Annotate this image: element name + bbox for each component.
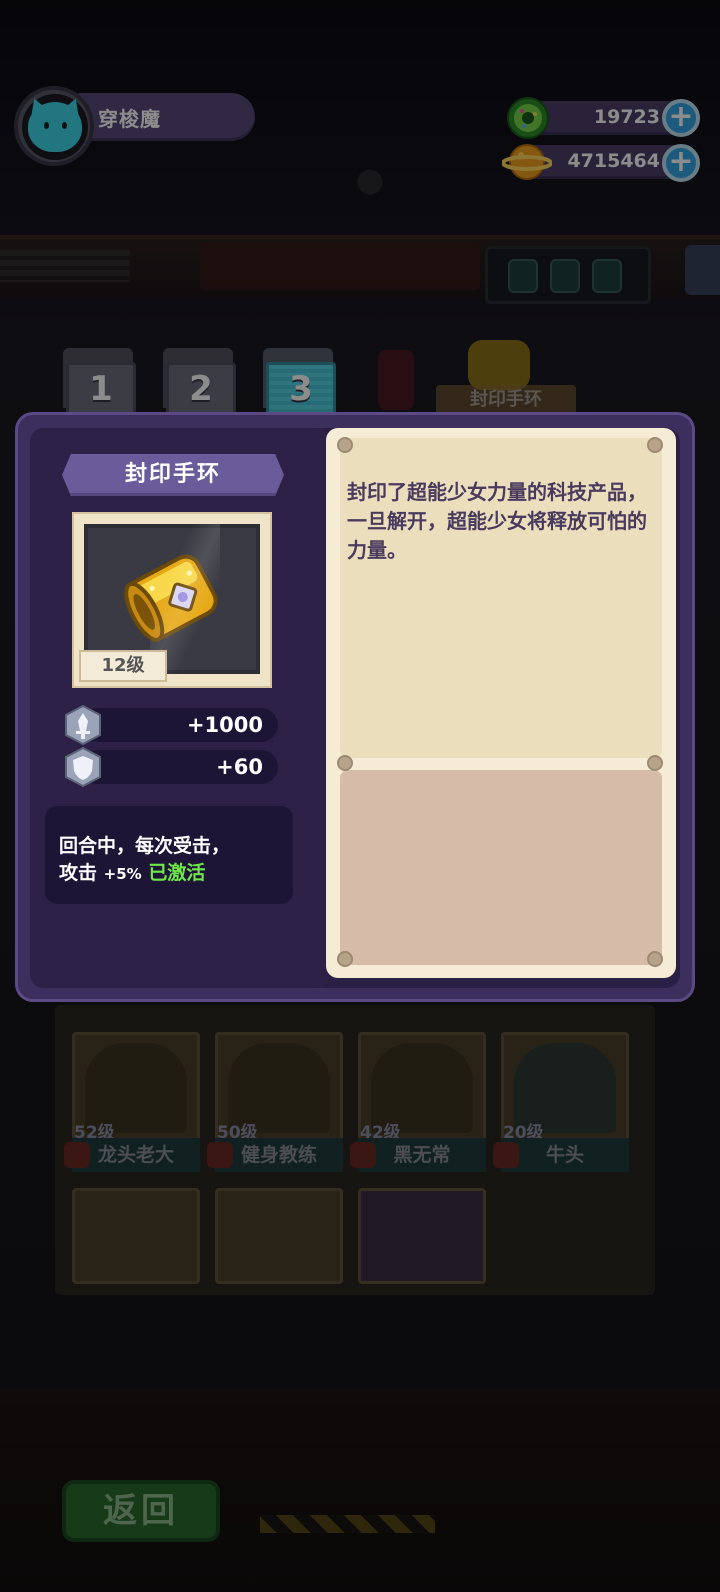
effect-text-line1: 回合中，每次受击，	[59, 835, 231, 857]
item-name: 封印手环	[124, 462, 221, 487]
effect-text-line2: 攻击 +5% 已激活	[59, 858, 205, 885]
item-description: 封印了超能少女力量的科技产品，一旦解开，超能少女将释放可怕的力量。	[347, 480, 647, 562]
effect-percent: +5%	[103, 865, 142, 883]
item-level: 12级	[79, 650, 167, 682]
defense-stat-value: +60	[216, 755, 263, 779]
shield-stat-icon	[65, 747, 101, 787]
description-lower-panel	[340, 770, 662, 965]
rivet-icon	[337, 437, 353, 453]
rivet-icon	[647, 437, 663, 453]
rivet-icon	[647, 755, 663, 771]
rivet-icon	[337, 951, 353, 967]
rivet-icon	[647, 951, 663, 967]
sword-stat-icon	[65, 705, 101, 745]
effect-status: 已激活	[148, 862, 206, 884]
attack-stat-value: +1000	[186, 713, 263, 737]
rivet-icon	[337, 755, 353, 771]
effect-stat: 攻击	[59, 862, 98, 884]
